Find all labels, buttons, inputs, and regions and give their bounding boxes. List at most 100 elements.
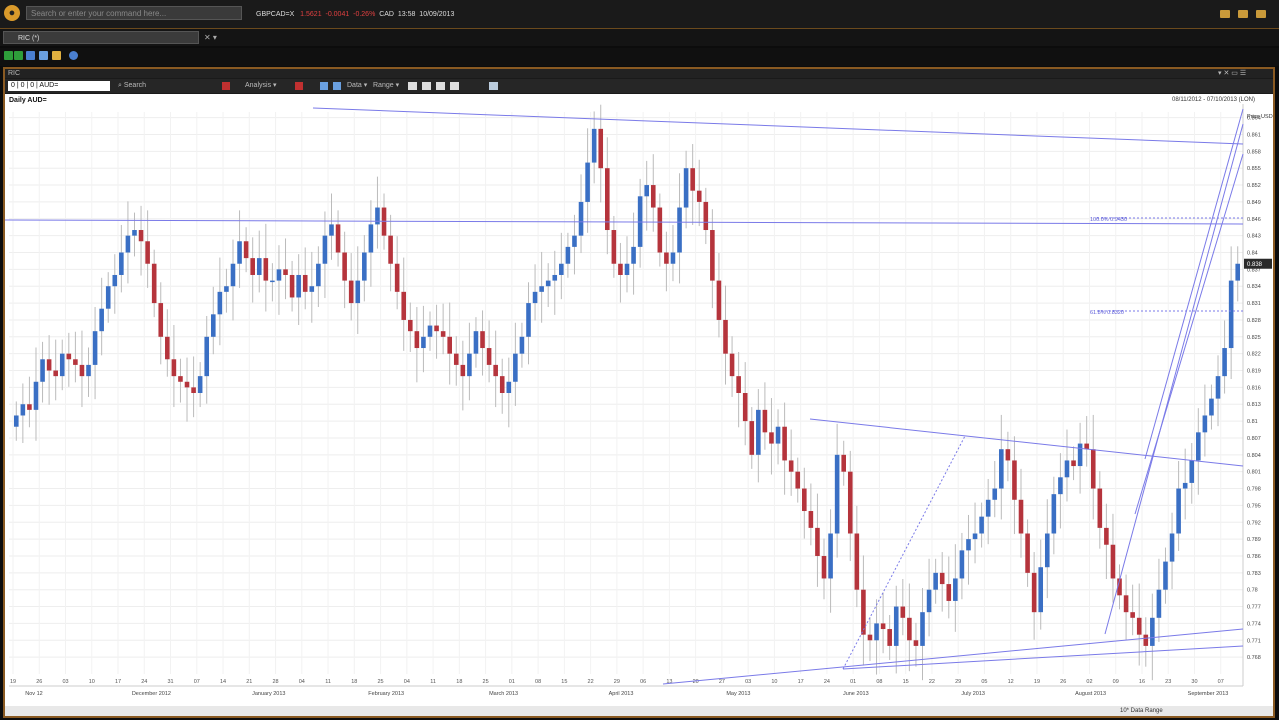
app-logo-icon[interactable]: ●	[4, 5, 20, 21]
search-button[interactable]: ⌕ Search	[118, 81, 146, 91]
y-tick-label: 0.852	[1247, 183, 1261, 189]
ticker-symbol[interactable]: GBPCAD=X	[256, 11, 294, 18]
zoom-out-icon[interactable]	[333, 82, 341, 90]
y-tick-label: 0.798	[1247, 487, 1261, 493]
x-day-tick-label: 08	[535, 679, 541, 685]
candle-body	[683, 168, 689, 208]
x-month-label: December 2012	[132, 691, 171, 697]
candle-body	[1097, 488, 1103, 528]
search-label: Search	[123, 82, 147, 89]
candle-body	[907, 617, 912, 641]
fibonacci-label: 61.8% 0.8320	[1090, 310, 1124, 316]
candle-body	[1130, 612, 1135, 618]
candle-body	[217, 291, 223, 315]
x-day-tick-label: 12	[1008, 679, 1014, 685]
candle-body	[1038, 567, 1044, 613]
price-chart[interactable]: 0.8640.8610.8580.8550.8520.8490.8460.843…	[5, 94, 1273, 706]
candle-body	[834, 454, 840, 534]
x-month-label: June 2013	[843, 691, 869, 697]
zoom-in-icon[interactable]	[320, 82, 328, 90]
trend-line	[809, 418, 1244, 467]
candle-body	[506, 381, 512, 393]
messenger-icon[interactable]	[1220, 10, 1230, 18]
candle-body	[1123, 595, 1129, 613]
back-icon[interactable]	[4, 51, 13, 60]
x-month-label: August 2013	[1075, 691, 1106, 697]
panel-controls[interactable]: ▾ ✕ ▭ ☰	[1218, 69, 1246, 77]
candle-body	[342, 252, 347, 281]
candle-body	[1176, 488, 1181, 534]
layout-icon-4[interactable]	[450, 82, 459, 90]
candle-body	[237, 241, 242, 264]
range-button[interactable]: Range ▾	[373, 81, 399, 91]
y-tick-label: 0.789	[1247, 537, 1261, 543]
candle-body	[263, 258, 269, 281]
tab-ric[interactable]: RIC (*)	[3, 31, 199, 44]
print-icon[interactable]	[39, 51, 48, 60]
data-button[interactable]: Data ▾	[347, 81, 367, 91]
lock-icon[interactable]	[52, 51, 61, 60]
candle-body	[1215, 376, 1221, 399]
symbol-input[interactable]: 0 | 0 | 0 | AUD=	[8, 81, 110, 91]
candle-body	[513, 353, 518, 382]
x-day-tick-label: 03	[745, 679, 751, 685]
candle-body	[224, 286, 229, 292]
folder-icon[interactable]	[1238, 10, 1248, 18]
x-day-tick-label: 05	[981, 679, 987, 685]
x-day-tick-label: 14	[220, 679, 226, 685]
x-day-tick-label: 25	[483, 679, 489, 685]
x-day-tick-label: 29	[614, 679, 620, 685]
candle-body	[27, 404, 32, 410]
candle-body	[959, 550, 965, 579]
candle-body	[165, 336, 170, 360]
candle-body	[953, 578, 958, 601]
x-month-label: January 2013	[252, 691, 285, 697]
trend-line	[662, 628, 1244, 685]
candle-body	[473, 331, 479, 354]
y-tick-label: 0.834	[1247, 284, 1261, 290]
candle-body	[40, 359, 45, 382]
candle-body	[145, 241, 150, 264]
draw-icon[interactable]	[295, 82, 303, 90]
candle-body	[972, 533, 978, 540]
candle-body	[1104, 527, 1109, 545]
candle-body	[821, 555, 827, 579]
y-tick-label: 0.786	[1247, 554, 1261, 560]
candle-body	[1025, 533, 1030, 573]
candle-body	[966, 539, 971, 551]
candle-body	[598, 128, 604, 169]
candle-body	[716, 280, 722, 320]
data-range-button[interactable]: 10* Data Range	[1120, 706, 1163, 716]
candle-body	[414, 331, 420, 349]
x-day-tick-label: 01	[509, 679, 515, 685]
candle-body	[756, 409, 761, 455]
x-day-tick-label: 31	[167, 679, 173, 685]
candle-body	[184, 381, 190, 388]
layout-icon-1[interactable]	[408, 82, 417, 90]
candle-body	[1058, 477, 1063, 495]
y-tick-label: 0.807	[1247, 436, 1261, 442]
link-icon[interactable]	[69, 51, 78, 60]
grid-icon[interactable]	[489, 82, 498, 90]
candle-body	[1071, 460, 1076, 467]
analysis-button[interactable]: Analysis ▾	[245, 81, 277, 91]
tab-menu-icon[interactable]: ✕ ▾	[204, 33, 217, 42]
command-search-input[interactable]: Search or enter your command here...	[26, 6, 242, 20]
x-day-tick-label: 20	[693, 679, 699, 685]
x-day-tick-label: 06	[640, 679, 646, 685]
chart-type-icon[interactable]	[222, 82, 230, 90]
candle-body	[847, 471, 853, 534]
candle-body	[710, 230, 715, 281]
candle-body	[618, 263, 623, 275]
forward-icon[interactable]	[14, 51, 23, 60]
save-icon[interactable]	[26, 51, 35, 60]
layout-icon-2[interactable]	[422, 82, 431, 90]
user-icon[interactable]	[1256, 10, 1266, 18]
y-tick-label: 0.849	[1247, 200, 1261, 206]
layout-icon-3[interactable]	[436, 82, 445, 90]
x-day-tick-label: 04	[299, 679, 305, 685]
candle-body	[677, 207, 682, 253]
candle-body	[1018, 499, 1024, 534]
x-day-tick-label: 03	[62, 679, 68, 685]
panel-title: RIC	[8, 70, 21, 77]
